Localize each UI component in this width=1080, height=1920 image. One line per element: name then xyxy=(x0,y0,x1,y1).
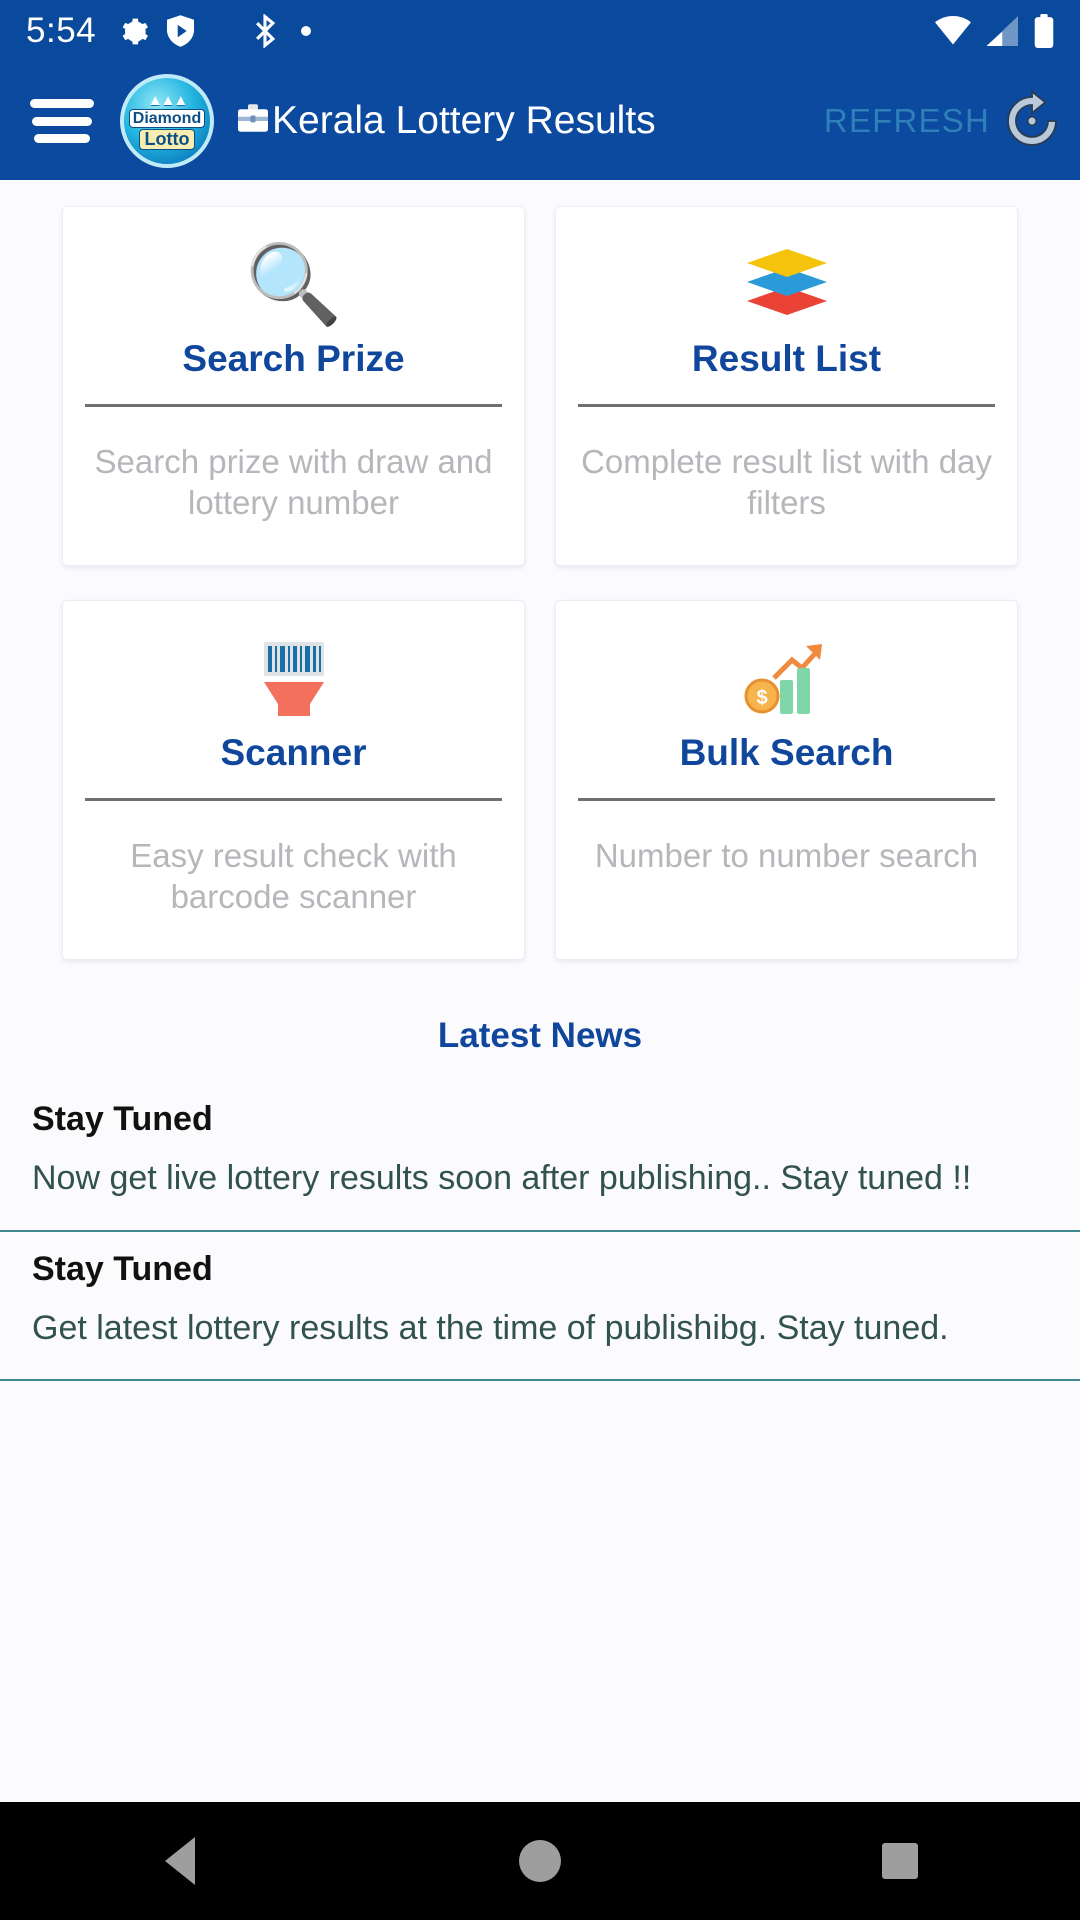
android-navigation-bar xyxy=(0,1802,1080,1920)
refresh-label[interactable]: REFRESH xyxy=(824,102,990,140)
hamburger-menu-icon[interactable] xyxy=(30,99,94,143)
hamburger-line xyxy=(30,99,94,108)
recents-square-icon xyxy=(882,1843,918,1879)
news-item-title: Stay Tuned xyxy=(32,1249,213,1288)
app-bar: ▲▲▲ Diamond Lotto Kerala Lottery Results… xyxy=(0,62,1080,180)
card-scanner[interactable]: Scanner Easy result check with barcode s… xyxy=(62,600,525,960)
dot-icon xyxy=(300,25,312,37)
recents-button[interactable] xyxy=(840,1802,960,1920)
layers-stack-icon xyxy=(744,225,830,343)
status-bar-mid-icons xyxy=(252,14,312,48)
gear-icon xyxy=(118,16,149,47)
card-bulk-search[interactable]: $ Bulk Search Number to number search xyxy=(555,600,1018,960)
battery-icon xyxy=(1034,14,1054,48)
latest-news-section: Latest News Stay Tuned Now get live lott… xyxy=(0,982,1080,1381)
news-item-title: Stay Tuned xyxy=(32,1100,213,1138)
barcode-scanner-icon xyxy=(250,619,338,737)
latest-news-heading: Latest News xyxy=(437,1016,643,1055)
news-list-item[interactable]: Stay Tuned Now get live lottery results … xyxy=(0,1082,1080,1232)
back-triangle-icon xyxy=(165,1837,195,1885)
status-bar: 5:54 xyxy=(0,0,1080,62)
shield-play-icon xyxy=(167,15,195,47)
feature-card-grid: 🔍 Search Prize Search prize with draw an… xyxy=(0,180,1080,960)
card-description: Complete result list with day filters xyxy=(581,442,992,521)
card-search-prize[interactable]: 🔍 Search Prize Search prize with draw an… xyxy=(62,206,525,566)
card-divider xyxy=(578,403,995,407)
news-list-item[interactable]: Stay Tuned Get latest lottery results at… xyxy=(0,1232,1080,1381)
page-title: Kerala Lottery Results xyxy=(272,99,656,142)
signal-icon xyxy=(986,16,1020,46)
refresh-action[interactable]: REFRESH xyxy=(824,62,1064,180)
status-bar-right-icons xyxy=(934,0,1054,62)
svg-text:$: $ xyxy=(756,687,767,709)
status-bar-clock: 5:54 xyxy=(26,11,97,50)
card-divider xyxy=(85,403,502,407)
card-divider xyxy=(85,797,502,801)
logo-line-1: Diamond xyxy=(128,108,206,128)
app-logo: ▲▲▲ Diamond Lotto xyxy=(120,74,214,168)
magnifying-glass-icon: 🔍 xyxy=(244,240,343,328)
briefcase-icon xyxy=(238,104,268,138)
card-description: Easy result check with barcode scanner xyxy=(130,836,457,915)
chart-money-icon: $ xyxy=(744,619,830,737)
bluetooth-icon xyxy=(252,14,278,48)
card-result-list[interactable]: Result List Complete result list with da… xyxy=(555,206,1018,566)
news-item-body: Now get live lottery results soon after … xyxy=(32,1159,972,1197)
card-title: Result List xyxy=(691,338,882,379)
card-description: Number to number search xyxy=(594,836,979,874)
wifi-icon xyxy=(934,16,972,46)
status-bar-left-icons xyxy=(118,15,195,47)
card-title: Search Prize xyxy=(182,338,405,379)
home-button[interactable] xyxy=(480,1802,600,1920)
logo-line-2: Lotto xyxy=(138,128,196,150)
card-divider xyxy=(578,797,995,801)
back-button[interactable] xyxy=(120,1802,240,1920)
hamburger-line xyxy=(32,116,92,126)
app-screen: 5:54 ▲▲▲ Diamond Lotto Kerala Lottery Re… xyxy=(0,0,1080,1920)
app-bar-title: Kerala Lottery Results xyxy=(238,99,656,143)
home-circle-icon xyxy=(519,1840,561,1882)
hamburger-line xyxy=(34,134,90,143)
logo-crown: ▲▲▲ xyxy=(147,91,189,109)
news-item-body: Get latest lottery results at the time o… xyxy=(32,1308,949,1347)
card-description: Search prize with draw and lottery numbe… xyxy=(94,442,493,521)
card-title: Scanner xyxy=(220,732,367,773)
card-title: Bulk Search xyxy=(679,732,894,773)
refresh-circle-icon[interactable] xyxy=(1000,89,1064,153)
